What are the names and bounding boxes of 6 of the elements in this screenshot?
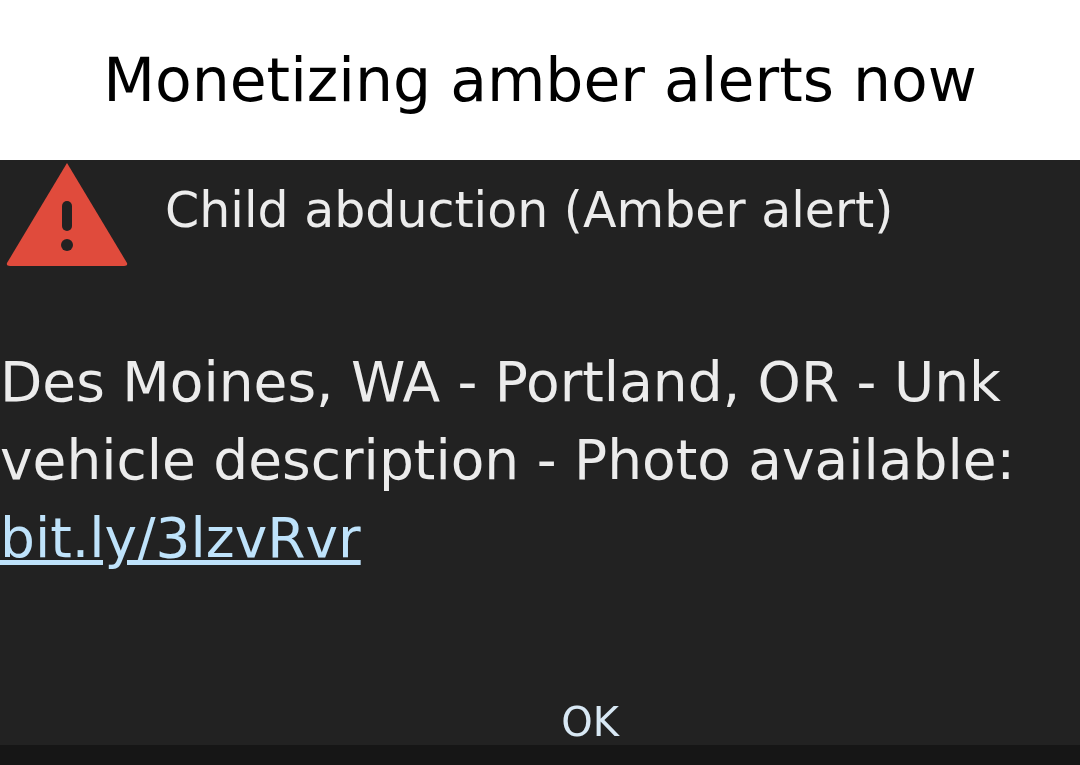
photo-link[interactable]: bit.ly/3lzvRvr <box>0 499 361 577</box>
alert-message-line: Des Moines, WA - Portland, OR - Unk <box>0 349 1001 416</box>
caption: Monetizing amber alerts now <box>103 45 977 115</box>
alert-message-line: vehicle description - Photo available: <box>0 427 1016 494</box>
alert-title: Child abduction (Amber alert) <box>165 181 894 239</box>
ok-button[interactable]: OK <box>551 699 629 745</box>
